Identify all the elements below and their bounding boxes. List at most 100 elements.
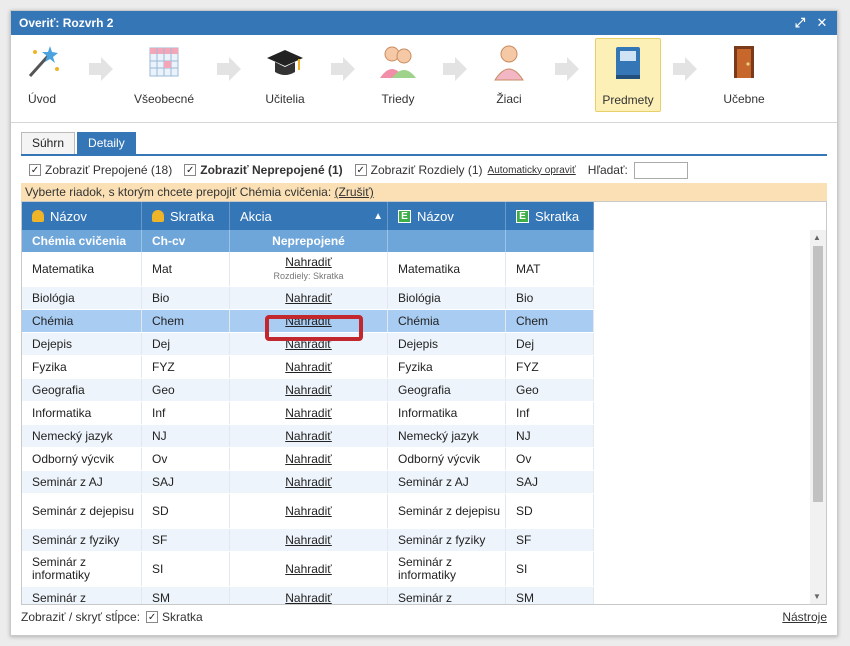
table-row[interactable]: Chémia Chem Nahradiť Chémia Chem xyxy=(22,310,594,333)
students-icon xyxy=(378,42,418,82)
replace-link[interactable]: Nahradiť xyxy=(285,337,332,351)
cell-abbr-text: Mat xyxy=(152,261,173,276)
cell-abbr: SAJ xyxy=(142,471,230,493)
filter-linked[interactable]: ✓ Zobraziť Prepojené (18) xyxy=(29,163,172,177)
table-row[interactable]: Informatika Inf Nahradiť Informatika Inf xyxy=(22,402,594,425)
cell-abbr2: MAT xyxy=(506,252,594,286)
header-abbr-right[interactable]: E Skratka xyxy=(506,202,594,230)
scroll-down-icon[interactable]: ▼ xyxy=(813,592,821,601)
selected-abbr2 xyxy=(506,230,594,252)
cell-name-text: Seminár z xyxy=(32,591,87,605)
table-row[interactable]: Dejepis Dej Nahradiť Dejepis Dej xyxy=(22,333,594,356)
replace-link[interactable]: Nahradiť xyxy=(285,533,332,547)
table-row[interactable]: Seminár z fyziky SF Nahradiť Seminár z fyzi… xyxy=(22,529,594,552)
table-row[interactable]: Fyzika FYZ Nahradiť Fyzika FYZ xyxy=(22,356,594,379)
header-name-right[interactable]: E Názov xyxy=(388,202,506,230)
replace-link[interactable]: Nahradiť xyxy=(285,383,332,397)
cell-name2-text: Fyzika xyxy=(398,360,433,374)
replace-link[interactable]: Nahradiť xyxy=(285,360,332,374)
cell-name: Odborný výcvik xyxy=(22,448,142,470)
step-ucebne[interactable]: Učebne xyxy=(719,42,769,116)
cell-abbr2-text: SAJ xyxy=(516,475,539,489)
header-name-left[interactable]: Názov xyxy=(22,202,142,230)
cell-name2: Seminár z AJ xyxy=(388,471,506,493)
table-row[interactable]: Seminár z dejepisu SD Nahradiť Seminár z de… xyxy=(22,494,594,529)
step-label: Predmety xyxy=(602,93,654,107)
step-ucitelia[interactable]: Učitelia xyxy=(257,42,313,116)
cell-action: Nahradiť xyxy=(230,356,388,378)
cell-name2-text: Nemecký jazyk xyxy=(398,429,479,443)
vertical-scrollbar[interactable]: ▲ ▼ xyxy=(810,230,826,604)
header-abbr-left[interactable]: Skratka xyxy=(142,202,230,230)
replace-link[interactable]: Nahradiť xyxy=(285,475,332,489)
step-ziaci[interactable]: Žiaci xyxy=(487,42,531,116)
auto-fix-link[interactable]: Automaticky opraviť xyxy=(488,165,576,176)
cell-name2-text: Seminár z xyxy=(398,591,453,605)
cell-abbr2: SF xyxy=(506,529,594,551)
replace-link[interactable]: Nahradiť xyxy=(285,255,332,269)
maximize-icon[interactable]: ⤢ xyxy=(793,15,807,30)
search-input[interactable] xyxy=(633,161,688,179)
cell-abbr-text: FYZ xyxy=(152,360,175,374)
checkbox-checked-icon[interactable]: ✓ xyxy=(146,611,159,623)
table-row[interactable]: Odborný výcvik Ov Nahradiť Odborný výcvik Ov xyxy=(22,448,594,471)
cell-abbr-text: SF xyxy=(152,533,168,547)
selected-name2 xyxy=(388,230,506,252)
replace-link[interactable]: Nahradiť xyxy=(285,429,332,443)
cell-abbr2: SI xyxy=(506,552,594,586)
filter-unlinked[interactable]: ✓ Zobraziť Neprepojené (1) xyxy=(184,163,343,177)
cancel-link[interactable]: (Zrušiť) xyxy=(335,185,374,199)
checkbox-checked-icon[interactable]: ✓ xyxy=(184,164,197,176)
cell-name2-text: Informatika xyxy=(398,406,458,420)
replace-link[interactable]: Nahradiť xyxy=(285,562,332,576)
table-row[interactable]: Geografia Geo Nahradiť Geografia Geo xyxy=(22,379,594,402)
step-label: Žiaci xyxy=(496,92,522,106)
cell-name-text: Nemecký jazyk xyxy=(32,429,113,443)
step-label: Všeobecné xyxy=(133,92,195,106)
cell-name: Seminár z xyxy=(22,587,142,605)
replace-link[interactable]: Nahradiť xyxy=(285,406,332,420)
step-triedy[interactable]: Triedy xyxy=(373,42,423,116)
replace-link[interactable]: Nahradiť xyxy=(285,591,332,604)
cell-name2-text: Seminár z AJ xyxy=(398,475,469,489)
cell-abbr2: FYZ xyxy=(506,356,594,378)
table-row[interactable]: Biológia Bio Nahradiť Biológia Bio xyxy=(22,287,594,310)
header-action[interactable]: Akcia ▲ xyxy=(230,202,388,230)
cell-name: Seminár z AJ xyxy=(22,471,142,493)
step-uvod[interactable]: Úvod xyxy=(17,42,67,116)
cell-name2: Seminár z xyxy=(388,587,506,605)
cell-abbr2-text: FYZ xyxy=(516,360,539,374)
selected-row[interactable]: Chémia cvičenia Ch-cv Neprepojené xyxy=(22,230,594,252)
scroll-up-icon[interactable]: ▲ xyxy=(813,233,821,242)
replace-link[interactable]: Nahradiť xyxy=(285,314,332,328)
cell-abbr2: Chem xyxy=(506,310,594,332)
close-icon[interactable]: ✕ xyxy=(815,15,829,30)
step-label: Úvod xyxy=(27,92,56,106)
cell-abbr: Dej xyxy=(142,333,230,355)
replace-link[interactable]: Nahradiť xyxy=(285,452,332,466)
replace-link[interactable]: Nahradiť xyxy=(285,504,332,518)
step-label: Triedy xyxy=(381,92,415,106)
tab-detaily[interactable]: Detaily xyxy=(77,132,136,154)
cell-abbr-text: SD xyxy=(152,503,169,518)
cell-action: Nahradiť Rozdiely: Skratka xyxy=(230,252,388,286)
step-predmety[interactable]: Predmety xyxy=(595,38,661,112)
replace-link[interactable]: Nahradiť xyxy=(285,291,332,305)
table-row[interactable]: Nemecký jazyk NJ Nahradiť Nemecký jazyk NJ xyxy=(22,425,594,448)
filter-diff[interactable]: ✓ Zobraziť Rozdiely (1) Automaticky opra… xyxy=(354,163,576,177)
cell-action: Nahradiť xyxy=(230,310,388,332)
table-row[interactable]: Matematika Mat Nahradiť Rozdiely: Skratka Ma… xyxy=(22,252,594,287)
table-row[interactable]: Seminár z SM Nahradiť Seminár z SM xyxy=(22,587,594,605)
checkbox-checked-icon[interactable]: ✓ xyxy=(29,164,41,176)
tools-link[interactable]: Nástroje xyxy=(782,610,827,624)
scroll-thumb[interactable] xyxy=(813,246,823,502)
cell-name2: Dejepis xyxy=(388,333,506,355)
table-row[interactable]: Seminár z AJ SAJ Nahradiť Seminár z AJ SAJ xyxy=(22,471,594,494)
cell-name: Biológia xyxy=(22,287,142,309)
checkbox-checked-icon[interactable]: ✓ xyxy=(354,164,367,176)
step-vseobecne[interactable]: Všeobecné xyxy=(129,42,199,116)
e-badge-icon: E xyxy=(398,209,411,223)
tab-suhrn[interactable]: Súhrn xyxy=(21,132,76,154)
table-row[interactable]: Seminár z informatiky SI Nahradiť Seminár z… xyxy=(22,552,594,587)
cell-abbr2: SM xyxy=(506,587,594,604)
